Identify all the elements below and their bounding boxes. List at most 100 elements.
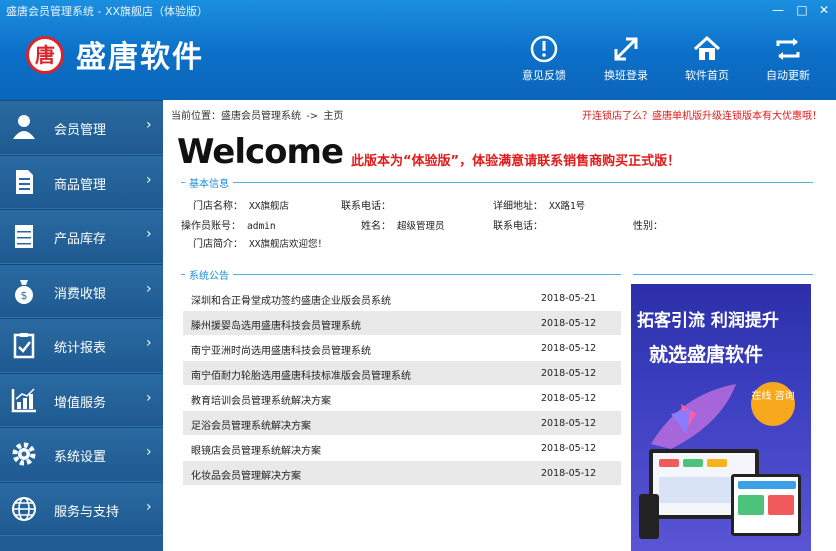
brand-logo: 唐 bbox=[26, 36, 64, 74]
sidebar-item-label: 增值服务 bbox=[54, 395, 107, 411]
gear-icon bbox=[12, 442, 36, 466]
list-item[interactable]: 眼镜店会员管理系统解决方案 2018-05-12 bbox=[183, 436, 621, 461]
breadcrumb-root[interactable]: 盛唐会员管理系统 bbox=[221, 111, 301, 122]
brand-name: 盛唐软件 bbox=[76, 40, 204, 75]
sidebar: 会员管理 › 商品管理 › 产品库存 › $ 消费收银 › 统计报表 › 增值服… bbox=[0, 100, 163, 551]
sidebar-item-reports[interactable]: 统计报表 › bbox=[0, 318, 163, 373]
announcement-title[interactable]: 教育培训会员管理系统解决方案 bbox=[191, 392, 331, 407]
breadcrumb-prefix: 当前位置： bbox=[171, 111, 221, 122]
chevron-right-icon: › bbox=[146, 117, 152, 133]
list-item[interactable]: 深圳和合正骨堂成功签约盛唐企业版会员系统 2018-05-21 bbox=[183, 286, 621, 311]
breadcrumb-separator: -> bbox=[306, 111, 319, 122]
address-value: XX路1号 bbox=[549, 201, 586, 212]
chevron-right-icon: › bbox=[146, 444, 152, 460]
close-button[interactable]: ✕ bbox=[814, 0, 834, 20]
exclamation-icon bbox=[530, 35, 558, 63]
announcement-date: 2018-05-12 bbox=[541, 418, 597, 429]
ad-headline: 拓客引流 利润提升 bbox=[637, 311, 779, 331]
sidebar-item-label: 消费收银 bbox=[54, 286, 107, 302]
sidebar-item-value-added[interactable]: 增值服务 › bbox=[0, 372, 163, 427]
promo-link[interactable]: 开连锁店了么？盛唐单机版升级连锁版本有大优惠哦！ bbox=[582, 107, 822, 122]
operator-field: 操作员账号： admin bbox=[181, 221, 276, 232]
svg-text:$: $ bbox=[21, 289, 28, 302]
feedback-label: 意见反馈 bbox=[522, 69, 566, 82]
sidebar-item-members[interactable]: 会员管理 › bbox=[0, 100, 163, 155]
decor-bar bbox=[683, 459, 703, 467]
list-item[interactable]: 化妆品会员管理解决方案 2018-05-12 bbox=[183, 461, 621, 486]
gender-field: 性别： bbox=[633, 221, 663, 232]
announcement-date: 2018-05-12 bbox=[541, 318, 597, 329]
breadcrumb-current: 主页 bbox=[323, 111, 344, 122]
store-name-value: XX旗舰店 bbox=[249, 201, 289, 212]
rocket-illustration bbox=[651, 384, 736, 449]
announcement-date: 2018-05-21 bbox=[541, 293, 597, 304]
chart-icon bbox=[11, 387, 36, 412]
store-intro-value: XX旗舰店欢迎您！ bbox=[249, 239, 327, 250]
announcement-title[interactable]: 化妆品会员管理解决方案 bbox=[191, 467, 301, 482]
list-item[interactable]: 南宁佰耐力轮胎选用盛唐科技标准版会员管理系统 2018-05-12 bbox=[183, 361, 621, 386]
user-icon bbox=[13, 115, 35, 139]
decor-bar bbox=[707, 459, 727, 467]
announcement-date: 2018-05-12 bbox=[541, 343, 597, 354]
announcement-title[interactable]: 南宁亚洲时尚选用盛唐科技会员管理系统 bbox=[191, 342, 371, 357]
list-item[interactable]: 足浴会员管理系统解决方案 2018-05-12 bbox=[183, 411, 621, 436]
breadcrumb: 当前位置：盛唐会员管理系统 -> 主页 bbox=[171, 107, 343, 122]
chevron-right-icon: › bbox=[146, 280, 152, 297]
home-button[interactable]: 软件首页 bbox=[672, 34, 742, 82]
announcement-title[interactable]: 深圳和合正骨堂成功签约盛唐企业版会员系统 bbox=[191, 292, 391, 307]
window-title: 盛唐会员管理系统 - XX旗舰店（体验版） bbox=[6, 5, 209, 18]
announcement-date: 2018-05-12 bbox=[541, 393, 597, 404]
app-window: 盛唐会员管理系统 - XX旗舰店（体验版） — □ ✕ 唐 盛唐软件 意见反馈 … bbox=[0, 0, 836, 551]
chevron-right-icon: › bbox=[146, 226, 152, 242]
list-item[interactable]: 滕州援婴岛选用盛唐科技会员管理系统 2018-05-12 bbox=[183, 311, 621, 336]
chevron-right-icon: › bbox=[146, 498, 152, 515]
announcement-title[interactable]: 南宁佰耐力轮胎选用盛唐科技标准版会员管理系统 bbox=[191, 367, 411, 382]
arrows-diagonal-icon bbox=[614, 37, 638, 61]
sidebar-item-label: 服务与支持 bbox=[54, 504, 120, 520]
feedback-button[interactable]: 意见反馈 bbox=[509, 34, 579, 82]
sidebar-item-label: 会员管理 bbox=[54, 123, 107, 138]
announcement-title[interactable]: 足浴会员管理系统解决方案 bbox=[191, 417, 311, 432]
home-label: 软件首页 bbox=[685, 69, 729, 82]
sidebar-item-inventory[interactable]: 产品库存 › bbox=[0, 209, 163, 264]
online-consult-badge[interactable]: 在线 咨询 bbox=[751, 382, 795, 426]
minimize-button[interactable]: — bbox=[768, 0, 788, 20]
decor-panel bbox=[768, 495, 794, 515]
divider bbox=[181, 274, 621, 275]
trial-notice: 此版本为“体验版”，体验满意请联系销售商购买正式版！ bbox=[351, 154, 681, 169]
sidebar-item-label: 系统设置 bbox=[54, 450, 107, 465]
sidebar-item-support[interactable]: 服务与支持 › bbox=[0, 481, 163, 536]
announcement-date: 2018-05-12 bbox=[541, 443, 597, 454]
auto-update-label: 自动更新 bbox=[766, 69, 810, 82]
switch-login-button[interactable]: 换班登录 bbox=[591, 34, 661, 82]
phone-illustration bbox=[639, 494, 659, 539]
sidebar-item-label: 商品管理 bbox=[54, 177, 107, 193]
announcement-title[interactable]: 眼镜店会员管理系统解决方案 bbox=[191, 442, 321, 457]
refresh-icon bbox=[776, 38, 800, 60]
sidebar-item-label: 产品库存 bbox=[54, 232, 107, 247]
sidebar-item-products[interactable]: 商品管理 › bbox=[0, 154, 163, 209]
name-value: 超级管理员 bbox=[397, 221, 445, 232]
header-bar: 盛唐会员管理系统 - XX旗舰店（体验版） — □ ✕ 唐 盛唐软件 意见反馈 … bbox=[0, 0, 836, 100]
announcement-list: 深圳和合正骨堂成功签约盛唐企业版会员系统 2018-05-21 滕州援婴岛选用盛唐… bbox=[183, 286, 621, 486]
chevron-right-icon: › bbox=[146, 171, 152, 188]
store-intro-field: 门店简介： XX旗舰店欢迎您！ bbox=[193, 239, 327, 250]
sidebar-item-checkout[interactable]: $ 消费收银 › bbox=[0, 263, 163, 318]
main-content: 当前位置：盛唐会员管理系统 -> 主页 开连锁店了么？盛唐单机版升级连锁版本有大… bbox=[163, 100, 836, 551]
maximize-button[interactable]: □ bbox=[792, 0, 812, 20]
chevron-right-icon: › bbox=[146, 335, 152, 351]
home-icon bbox=[693, 35, 721, 60]
announcement-title[interactable]: 滕州援婴岛选用盛唐科技会员管理系统 bbox=[191, 317, 361, 332]
operator-phone-field: 联系电话： bbox=[493, 221, 543, 232]
money-bag-icon: $ bbox=[15, 279, 33, 304]
list-item[interactable]: 南宁亚洲时尚选用盛唐科技会员管理系统 2018-05-12 bbox=[183, 336, 621, 361]
auto-update-button[interactable]: 自动更新 bbox=[753, 34, 823, 82]
chevron-right-icon: › bbox=[146, 389, 152, 406]
announcement-date: 2018-05-12 bbox=[541, 368, 597, 379]
divider bbox=[633, 274, 813, 275]
sidebar-item-settings[interactable]: 系统设置 › bbox=[0, 427, 163, 482]
globe-icon bbox=[12, 496, 36, 521]
ad-banner[interactable]: 拓客引流 利润提升 就选盛唐软件 在线 咨询 bbox=[631, 284, 811, 551]
store-name-field: 门店名称： XX旗舰店 bbox=[193, 201, 289, 212]
list-item[interactable]: 教育培训会员管理系统解决方案 2018-05-12 bbox=[183, 386, 621, 411]
